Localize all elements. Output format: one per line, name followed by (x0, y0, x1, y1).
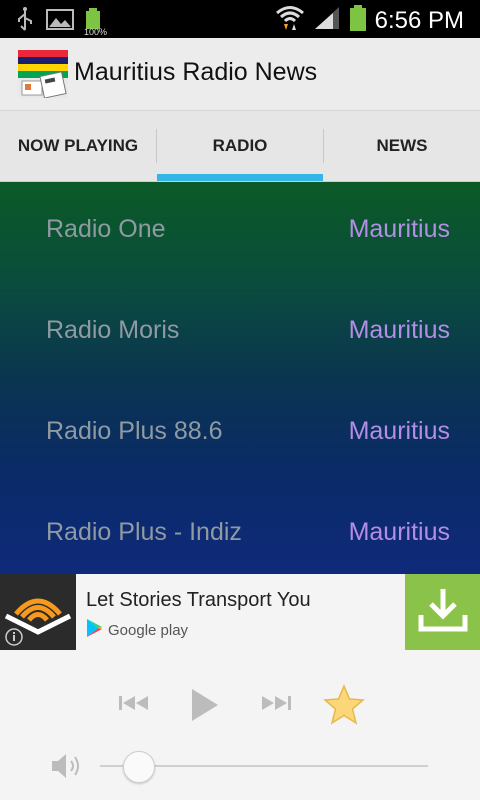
battery-icon (349, 4, 367, 37)
station-name: Radio Moris (46, 316, 180, 344)
download-icon (416, 585, 470, 640)
station-country: Mauritius (348, 215, 450, 243)
volume-slider-thumb[interactable] (123, 751, 156, 783)
status-bar: 100% 6:56 PM (0, 0, 480, 38)
station-country: Mauritius (348, 518, 450, 546)
audible-logo-icon (0, 574, 76, 650)
station-row[interactable]: Radio Plus 88.6 Mauritius (0, 384, 480, 485)
station-row[interactable]: Radio Moris Mauritius (0, 283, 480, 384)
google-play-badge: Google play (86, 618, 188, 642)
wifi-icon (275, 4, 305, 37)
station-name: Radio Plus - Indiz (46, 518, 242, 546)
tab-radio[interactable]: RADIO (157, 111, 323, 181)
battery-small-label: 100% (84, 26, 108, 37)
app-title: Mauritius Radio News (74, 58, 318, 86)
station-country: Mauritius (348, 316, 450, 344)
tab-bar: NOW PLAYING RADIO NEWS (0, 111, 480, 182)
tab-radio-label: RADIO (212, 136, 268, 155)
tab-news-label: NEWS (376, 136, 428, 155)
tab-now-playing-label: NOW PLAYING (17, 136, 139, 155)
station-row[interactable]: Radio Plus - Indiz Mauritius (0, 485, 480, 574)
station-row[interactable]: Radio One Mauritius (0, 182, 480, 283)
action-bar: Mauritius Radio News (0, 38, 480, 111)
ad-banner[interactable]: Let Stories Transport You Google play (0, 574, 480, 650)
tab-news[interactable]: NEWS (324, 111, 480, 181)
tab-now-playing[interactable]: NOW PLAYING (0, 111, 156, 181)
battery-small-icon: 100% (84, 7, 110, 37)
mauritius-flag-app-icon[interactable] (18, 50, 68, 99)
status-time: 6:56 PM (374, 6, 464, 34)
station-country: Mauritius (348, 417, 450, 445)
station-name: Radio One (46, 215, 166, 243)
volume-icon[interactable] (50, 750, 84, 787)
google-play-label: Google play (108, 621, 189, 639)
favorite-star-button[interactable] (323, 684, 365, 731)
selected-tab-indicator (157, 174, 323, 181)
ad-title: Let Stories Transport You (86, 589, 311, 611)
station-list: Radio One Mauritius Radio Moris Mauritiu… (0, 182, 480, 574)
usb-icon (14, 6, 36, 37)
play-button[interactable] (189, 687, 221, 728)
signal-icon (313, 5, 341, 36)
image-icon (46, 7, 74, 36)
google-play-icon (86, 618, 104, 642)
previous-track-button[interactable] (118, 692, 150, 719)
player-panel (0, 650, 480, 800)
station-name: Radio Plus 88.6 (46, 417, 223, 445)
download-button[interactable] (405, 574, 480, 650)
next-track-button[interactable] (260, 692, 292, 719)
